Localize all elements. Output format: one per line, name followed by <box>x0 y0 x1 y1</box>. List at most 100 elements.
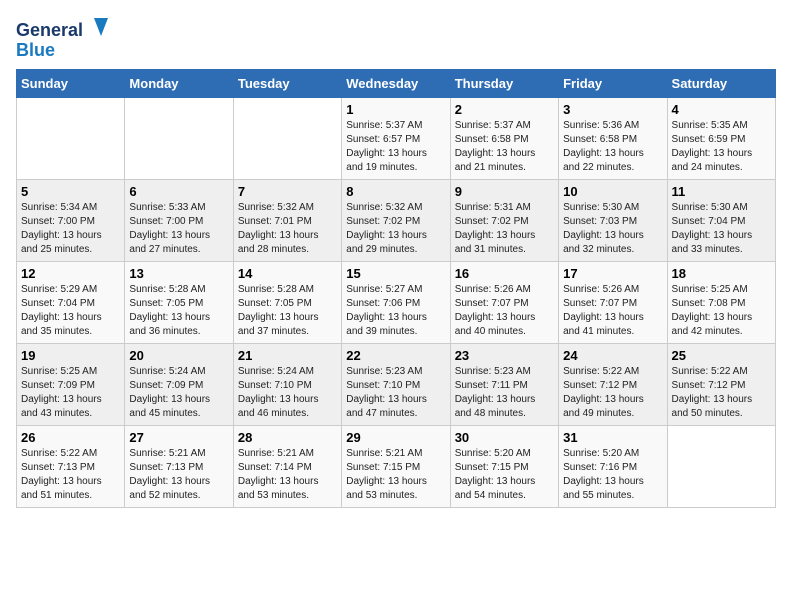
day-number: 22 <box>346 348 445 363</box>
weekday-sunday: Sunday <box>17 70 125 98</box>
day-info: Sunrise: 5:32 AMSunset: 7:02 PMDaylight:… <box>346 201 445 257</box>
day-info: Sunrise: 5:21 AMSunset: 7:14 PMDaylight:… <box>238 447 337 503</box>
day-number: 29 <box>346 430 445 445</box>
day-info: Sunrise: 5:28 AMSunset: 7:05 PMDaylight:… <box>238 283 337 339</box>
day-info: Sunrise: 5:32 AMSunset: 7:01 PMDaylight:… <box>238 201 337 257</box>
calendar-cell: 29 Sunrise: 5:21 AMSunset: 7:15 PMDayligh… <box>342 426 450 508</box>
logo: GeneralBlue <box>16 16 116 61</box>
calendar-cell: 22Sunrise: 5:23 AMSunset: 7:10 PMDayligh… <box>342 344 450 426</box>
week-row-1: 1 Sunrise: 5:37 AMSunset: 6:57 PMDaylight… <box>17 98 776 180</box>
weekday-friday: Friday <box>559 70 667 98</box>
weekday-monday: Monday <box>125 70 233 98</box>
calendar-cell: 23Sunrise: 5:23 AMSunset: 7:11 PMDayligh… <box>450 344 558 426</box>
day-info: Sunrise: 5:37 AMSunset: 6:57 PMDaylight:… <box>346 119 445 175</box>
calendar-cell: 10 Sunrise: 5:30 AMSunset: 7:03 PMDayligh… <box>559 180 667 262</box>
week-row-3: 12 Sunrise: 5:29 AMSunset: 7:04 PMDayligh… <box>17 262 776 344</box>
day-info: Sunrise: 5:29 AMSunset: 7:04 PMDaylight:… <box>21 283 120 339</box>
day-info: Sunrise: 5:33 AMSunset: 7:00 PMDaylight:… <box>129 201 228 257</box>
day-number: 25 <box>672 348 771 363</box>
header: GeneralBlue <box>16 16 776 61</box>
calendar-cell: 26 Sunrise: 5:22 AMSunset: 7:13 PMDayligh… <box>17 426 125 508</box>
day-info: Sunrise: 5:28 AMSunset: 7:05 PMDaylight:… <box>129 283 228 339</box>
day-number: 30 <box>455 430 554 445</box>
day-number: 21 <box>238 348 337 363</box>
weekday-header-row: SundayMondayTuesdayWednesdayThursdayFrid… <box>17 70 776 98</box>
calendar-cell: 6 Sunrise: 5:33 AMSunset: 7:00 PMDaylight… <box>125 180 233 262</box>
calendar-cell: 7Sunrise: 5:32 AMSunset: 7:01 PMDaylight… <box>233 180 341 262</box>
day-number: 18 <box>672 266 771 281</box>
calendar-cell <box>17 98 125 180</box>
calendar-cell: 5Sunrise: 5:34 AMSunset: 7:00 PMDaylight… <box>17 180 125 262</box>
week-row-2: 5Sunrise: 5:34 AMSunset: 7:00 PMDaylight… <box>17 180 776 262</box>
calendar-cell: 16Sunrise: 5:26 AMSunset: 7:07 PMDayligh… <box>450 262 558 344</box>
calendar-cell: 19 Sunrise: 5:25 AMSunset: 7:09 PMDayligh… <box>17 344 125 426</box>
day-number: 8 <box>346 184 445 199</box>
day-number: 19 <box>21 348 120 363</box>
calendar-cell <box>233 98 341 180</box>
day-info: Sunrise: 5:22 AMSunset: 7:13 PMDaylight:… <box>21 447 120 503</box>
day-number: 31 <box>563 430 662 445</box>
day-number: 6 <box>129 184 228 199</box>
calendar-cell: 14 Sunrise: 5:28 AMSunset: 7:05 PMDayligh… <box>233 262 341 344</box>
day-info: Sunrise: 5:24 AMSunset: 7:09 PMDaylight:… <box>129 365 228 421</box>
calendar-cell: 3Sunrise: 5:36 AMSunset: 6:58 PMDaylight… <box>559 98 667 180</box>
day-number: 15 <box>346 266 445 281</box>
weekday-thursday: Thursday <box>450 70 558 98</box>
day-number: 20 <box>129 348 228 363</box>
weekday-wednesday: Wednesday <box>342 70 450 98</box>
day-number: 24 <box>563 348 662 363</box>
calendar-cell: 12 Sunrise: 5:29 AMSunset: 7:04 PMDayligh… <box>17 262 125 344</box>
calendar-cell: 15 Sunrise: 5:27 AMSunset: 7:06 PMDayligh… <box>342 262 450 344</box>
day-number: 9 <box>455 184 554 199</box>
calendar-cell: 11Sunrise: 5:30 AMSunset: 7:04 PMDayligh… <box>667 180 775 262</box>
day-info: Sunrise: 5:31 AMSunset: 7:02 PMDaylight:… <box>455 201 554 257</box>
day-info: Sunrise: 5:21 AMSunset: 7:15 PMDaylight:… <box>346 447 445 503</box>
calendar-body: 1 Sunrise: 5:37 AMSunset: 6:57 PMDaylight… <box>17 98 776 508</box>
weekday-tuesday: Tuesday <box>233 70 341 98</box>
day-number: 13 <box>129 266 228 281</box>
calendar-cell: 24 Sunrise: 5:22 AMSunset: 7:12 PMDayligh… <box>559 344 667 426</box>
day-number: 26 <box>21 430 120 445</box>
week-row-5: 26 Sunrise: 5:22 AMSunset: 7:13 PMDayligh… <box>17 426 776 508</box>
logo-svg: GeneralBlue <box>16 16 116 61</box>
day-number: 4 <box>672 102 771 117</box>
day-number: 28 <box>238 430 337 445</box>
day-info: Sunrise: 5:27 AMSunset: 7:06 PMDaylight:… <box>346 283 445 339</box>
calendar-cell: 21Sunrise: 5:24 AMSunset: 7:10 PMDayligh… <box>233 344 341 426</box>
day-number: 27 <box>129 430 228 445</box>
day-number: 11 <box>672 184 771 199</box>
day-number: 2 <box>455 102 554 117</box>
day-number: 14 <box>238 266 337 281</box>
day-number: 12 <box>21 266 120 281</box>
day-number: 1 <box>346 102 445 117</box>
calendar-cell: 20 Sunrise: 5:24 AMSunset: 7:09 PMDayligh… <box>125 344 233 426</box>
calendar-cell: 27 Sunrise: 5:21 AMSunset: 7:13 PMDayligh… <box>125 426 233 508</box>
day-info: Sunrise: 5:22 AMSunset: 7:12 PMDaylight:… <box>563 365 662 421</box>
day-info: Sunrise: 5:20 AMSunset: 7:15 PMDaylight:… <box>455 447 554 503</box>
calendar-cell: 17 Sunrise: 5:26 AMSunset: 7:07 PMDayligh… <box>559 262 667 344</box>
day-info: Sunrise: 5:34 AMSunset: 7:00 PMDaylight:… <box>21 201 120 257</box>
day-info: Sunrise: 5:25 AMSunset: 7:09 PMDaylight:… <box>21 365 120 421</box>
calendar: SundayMondayTuesdayWednesdayThursdayFrid… <box>16 69 776 508</box>
day-info: Sunrise: 5:36 AMSunset: 6:58 PMDaylight:… <box>563 119 662 175</box>
day-number: 17 <box>563 266 662 281</box>
day-info: Sunrise: 5:23 AMSunset: 7:11 PMDaylight:… <box>455 365 554 421</box>
weekday-saturday: Saturday <box>667 70 775 98</box>
svg-text:General: General <box>16 20 83 40</box>
calendar-cell: 4 Sunrise: 5:35 AMSunset: 6:59 PMDaylight… <box>667 98 775 180</box>
calendar-cell: 13 Sunrise: 5:28 AMSunset: 7:05 PMDayligh… <box>125 262 233 344</box>
week-row-4: 19 Sunrise: 5:25 AMSunset: 7:09 PMDayligh… <box>17 344 776 426</box>
calendar-cell: 2 Sunrise: 5:37 AMSunset: 6:58 PMDaylight… <box>450 98 558 180</box>
day-info: Sunrise: 5:30 AMSunset: 7:03 PMDaylight:… <box>563 201 662 257</box>
day-info: Sunrise: 5:21 AMSunset: 7:13 PMDaylight:… <box>129 447 228 503</box>
calendar-cell <box>667 426 775 508</box>
day-info: Sunrise: 5:26 AMSunset: 7:07 PMDaylight:… <box>563 283 662 339</box>
day-number: 10 <box>563 184 662 199</box>
calendar-cell: 18Sunrise: 5:25 AMSunset: 7:08 PMDayligh… <box>667 262 775 344</box>
svg-text:Blue: Blue <box>16 40 55 60</box>
calendar-cell: 9 Sunrise: 5:31 AMSunset: 7:02 PMDaylight… <box>450 180 558 262</box>
day-info: Sunrise: 5:37 AMSunset: 6:58 PMDaylight:… <box>455 119 554 175</box>
calendar-cell <box>125 98 233 180</box>
day-info: Sunrise: 5:35 AMSunset: 6:59 PMDaylight:… <box>672 119 771 175</box>
day-number: 16 <box>455 266 554 281</box>
